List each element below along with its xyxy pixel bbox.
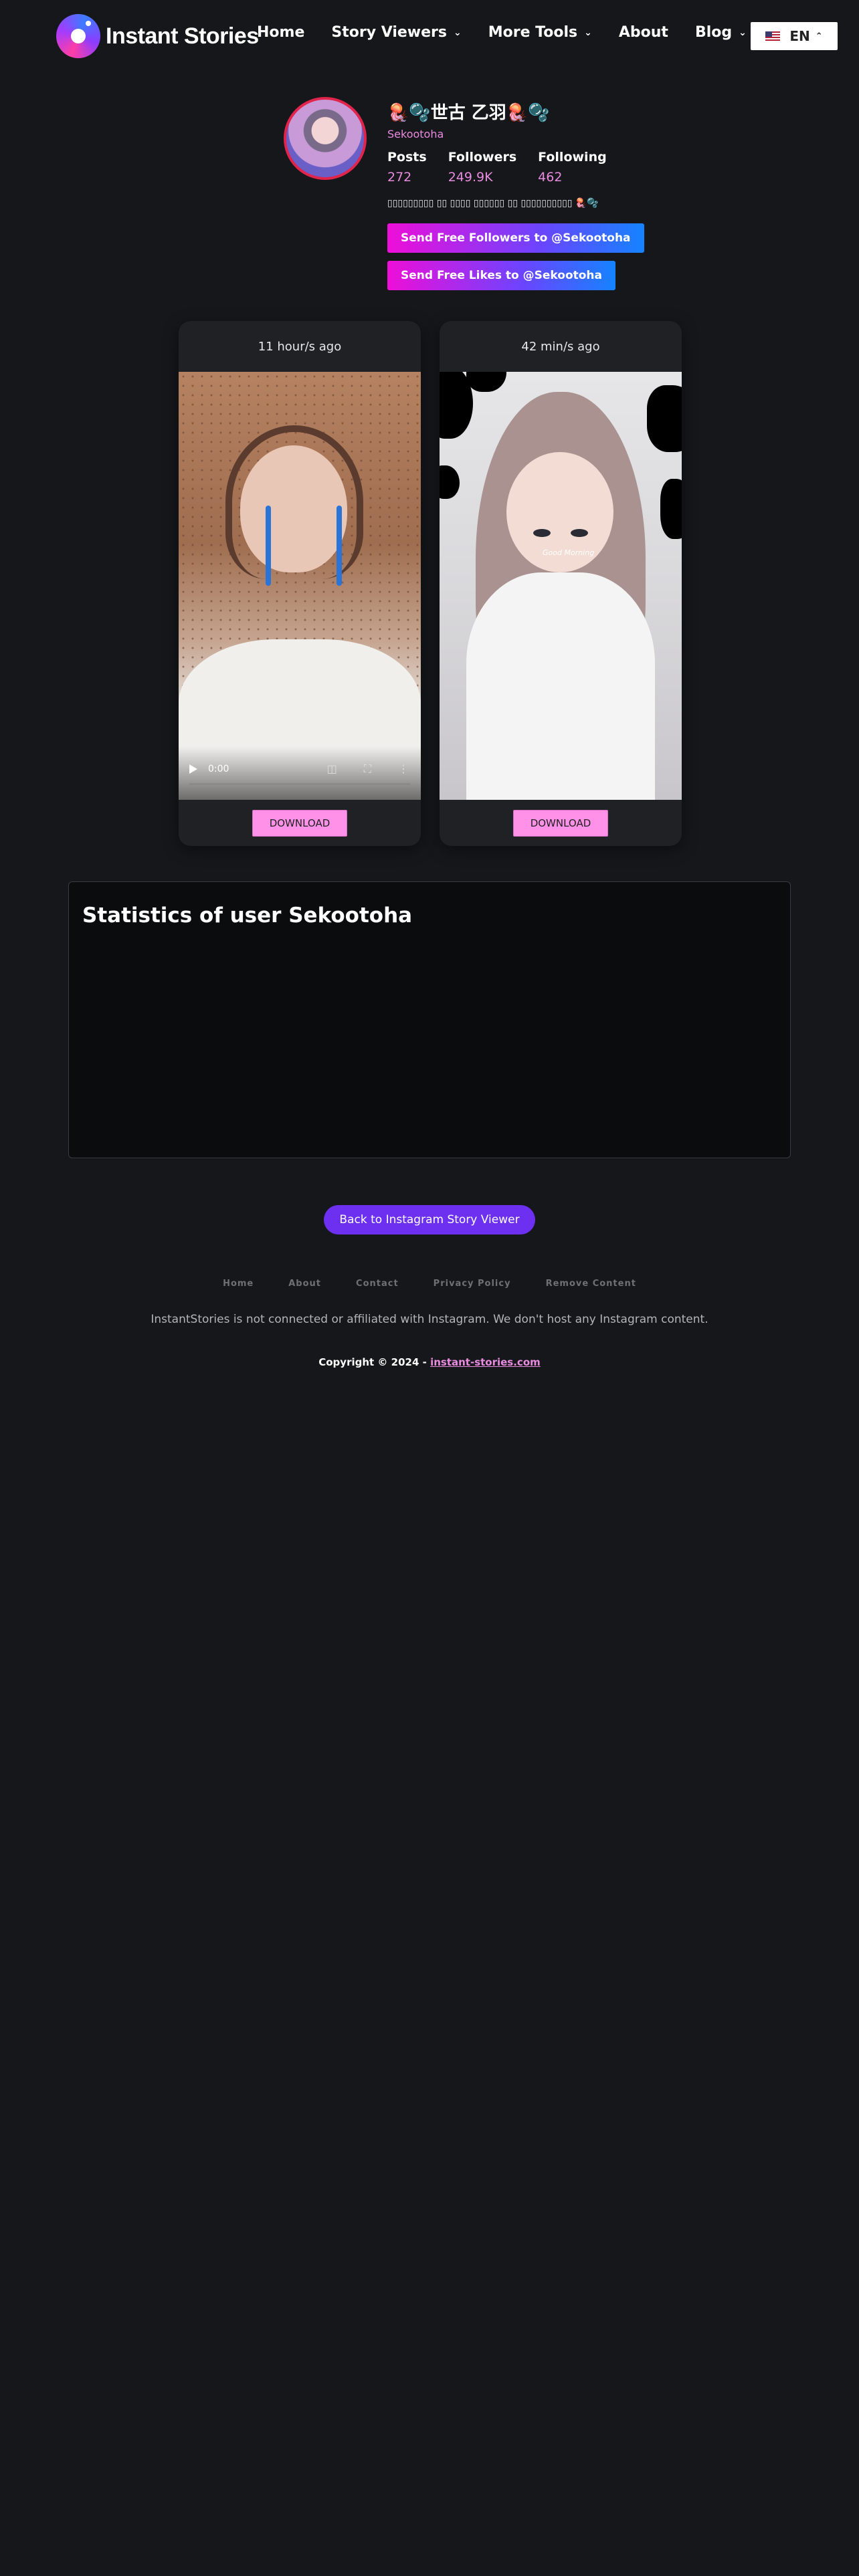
download-button[interactable]: DOWNLOAD	[252, 809, 348, 837]
footer-link-home[interactable]: Home	[223, 1279, 254, 1289]
story-time: 42 min/s ago	[521, 339, 600, 354]
chevron-down-icon: ⌄	[454, 27, 462, 38]
footer-link-contact[interactable]: Contact	[356, 1279, 399, 1289]
footer-copyright: Copyright © 2024 - instant-stories.com	[0, 1356, 859, 1368]
nav-more-tools-label: More Tools	[488, 24, 578, 41]
nav-story-viewers[interactable]: Story Viewers ⌄	[331, 24, 461, 41]
statistics-panel: Statistics of user Sekootoha	[68, 881, 791, 1158]
profile-stats: Posts 272 Followers 249.9K Following 462	[387, 150, 668, 185]
play-icon[interactable]	[189, 764, 197, 774]
site-link[interactable]: instant-stories.com	[430, 1356, 541, 1368]
volume-icon[interactable]: ◫	[327, 762, 337, 776]
stat-posts-value: 272	[387, 170, 412, 185]
nav-about[interactable]: About	[619, 24, 668, 41]
story-overlay-text: Good Morning	[543, 548, 595, 557]
profile-info: 🪼🫧世古 乙羽🪼🫧 Sekootoha Posts 272 Followers …	[387, 99, 668, 290]
video-controls: 0:00 ◫ ⛶ ⋮	[179, 746, 421, 800]
nav-about-label: About	[618, 24, 668, 41]
nav-home[interactable]: Home	[257, 24, 304, 41]
profile-bio: ▯▯▯▯▯▯▯▯▯ ▯▯ ▯▯▯▯ ▯▯▯▯▯▯ ▯▯ ▯▯▯▯▯▯▯▯▯▯ 🪼…	[387, 198, 599, 209]
more-options-icon[interactable]: ⋮	[398, 762, 409, 776]
nav-blog[interactable]: Blog ⌄	[695, 24, 747, 41]
statistics-title: Statistics of user Sekootoha	[82, 903, 413, 928]
video-time: 0:00	[208, 764, 229, 774]
nav-more-tools[interactable]: More Tools ⌄	[488, 24, 592, 41]
footer-nav: Home About Contact Privacy Policy Remove…	[0, 1279, 859, 1289]
video-progress-bar[interactable]	[189, 783, 410, 785]
story-card: 11 hour/s ago 0:00 ◫ ⛶ ⋮ DOWNLOAD	[179, 321, 421, 846]
nav-story-viewers-label: Story Viewers	[331, 24, 447, 41]
back-to-viewer-button[interactable]: Back to Instagram Story Viewer	[324, 1205, 535, 1235]
send-likes-button[interactable]: Send Free Likes to @Sekootoha	[387, 261, 616, 290]
profile-display-name: 🪼🫧世古 乙羽🪼🫧	[387, 103, 550, 123]
logo-icon	[56, 14, 100, 58]
language-label: EN	[789, 28, 810, 44]
story-image: Good Morning	[440, 372, 682, 800]
footer-link-remove-content[interactable]: Remove Content	[546, 1279, 636, 1289]
stat-followers-value: 249.9K	[448, 170, 493, 185]
us-flag-icon	[765, 31, 781, 41]
stat-posts-label: Posts	[387, 150, 427, 165]
footer-disclaimer: InstantStories is not connected or affil…	[151, 1313, 708, 1326]
profile-avatar	[284, 97, 367, 180]
download-button[interactable]: DOWNLOAD	[512, 809, 609, 837]
site-header: Instant Stories Home Story Viewers ⌄ More…	[0, 0, 859, 74]
stat-followers: Followers 249.9K	[448, 150, 516, 185]
stat-followers-label: Followers	[448, 150, 517, 165]
story-card: 42 min/s ago Good Morning DOWNLOAD	[440, 321, 682, 846]
copyright-text: Copyright © 2024 -	[318, 1356, 427, 1368]
story-time: 11 hour/s ago	[258, 339, 342, 354]
send-followers-button[interactable]: Send Free Followers to @Sekootoha	[387, 223, 644, 253]
stat-following-label: Following	[538, 150, 607, 165]
nav-home-label: Home	[257, 24, 305, 41]
story-video[interactable]: 0:00 ◫ ⛶ ⋮	[179, 372, 421, 800]
stat-following: Following 462	[538, 150, 607, 185]
main-nav: Home Story Viewers ⌄ More Tools ⌄ About Bl…	[257, 24, 821, 41]
language-selector[interactable]: EN ⌃	[751, 22, 838, 50]
profile-username: Sekootoha	[387, 128, 444, 140]
footer-link-privacy[interactable]: Privacy Policy	[434, 1279, 511, 1289]
fullscreen-icon[interactable]: ⛶	[364, 762, 371, 776]
chevron-up-icon: ⌃	[815, 31, 823, 41]
logo-text: Instant Stories	[106, 23, 259, 49]
footer-link-about[interactable]: About	[288, 1279, 321, 1289]
chevron-down-icon: ⌄	[584, 27, 592, 38]
site-logo[interactable]: Instant Stories	[56, 13, 259, 59]
stat-posts: Posts 272	[387, 150, 427, 185]
stat-following-value: 462	[538, 170, 563, 185]
nav-blog-label: Blog	[694, 24, 733, 41]
chevron-down-icon: ⌄	[739, 27, 747, 38]
